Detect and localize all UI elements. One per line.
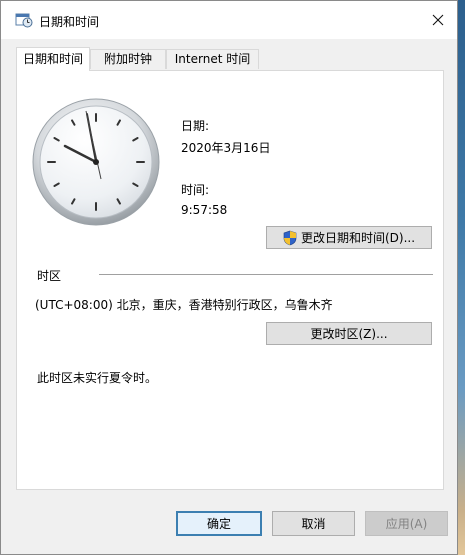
tab-date-time[interactable]: 日期和时间 — [16, 47, 90, 71]
time-value: 9:57:58 — [181, 203, 228, 217]
analog-clock — [32, 98, 160, 226]
date-time-dialog: 日期和时间 日期和时间 附加时钟 Internet 时间 日期: 2020年3月… — [0, 0, 458, 555]
change-date-time-label: 更改日期和时间(D)... — [300, 231, 416, 245]
cancel-button[interactable]: 取消 — [272, 511, 355, 536]
tab-internet-time[interactable]: Internet 时间 — [166, 49, 259, 69]
change-timezone-button[interactable]: 更改时区(Z)... — [266, 322, 432, 345]
date-label: 日期: — [181, 119, 210, 133]
timezone-section-label: 时区 — [37, 269, 62, 283]
ok-button[interactable]: 确定 — [176, 511, 262, 536]
tab-panel: 日期: 2020年3月16日 时间: 9:57:58 更改日期和时间(D)...… — [16, 70, 444, 490]
timezone-value: (UTC+08:00) 北京，重庆，香港特别行政区，乌鲁木齐 — [35, 298, 333, 312]
date-value: 2020年3月16日 — [181, 141, 271, 155]
dst-note: 此时区未实行夏令时。 — [37, 371, 158, 385]
change-timezone-label: 更改时区(Z)... — [310, 327, 388, 341]
tab-additional-clocks[interactable]: 附加时钟 — [90, 49, 166, 69]
time-label: 时间: — [181, 183, 210, 197]
change-date-time-button[interactable]: 更改日期和时间(D)... — [266, 226, 432, 249]
close-icon — [432, 14, 444, 26]
apply-button[interactable]: 应用(A) — [365, 511, 448, 536]
close-button[interactable] — [423, 5, 453, 35]
timezone-separator — [99, 274, 433, 275]
uac-shield-icon — [283, 230, 297, 245]
title-bar: 日期和时间 — [1, 1, 457, 39]
calendar-clock-icon — [15, 13, 33, 28]
window-title: 日期和时间 — [39, 15, 100, 29]
